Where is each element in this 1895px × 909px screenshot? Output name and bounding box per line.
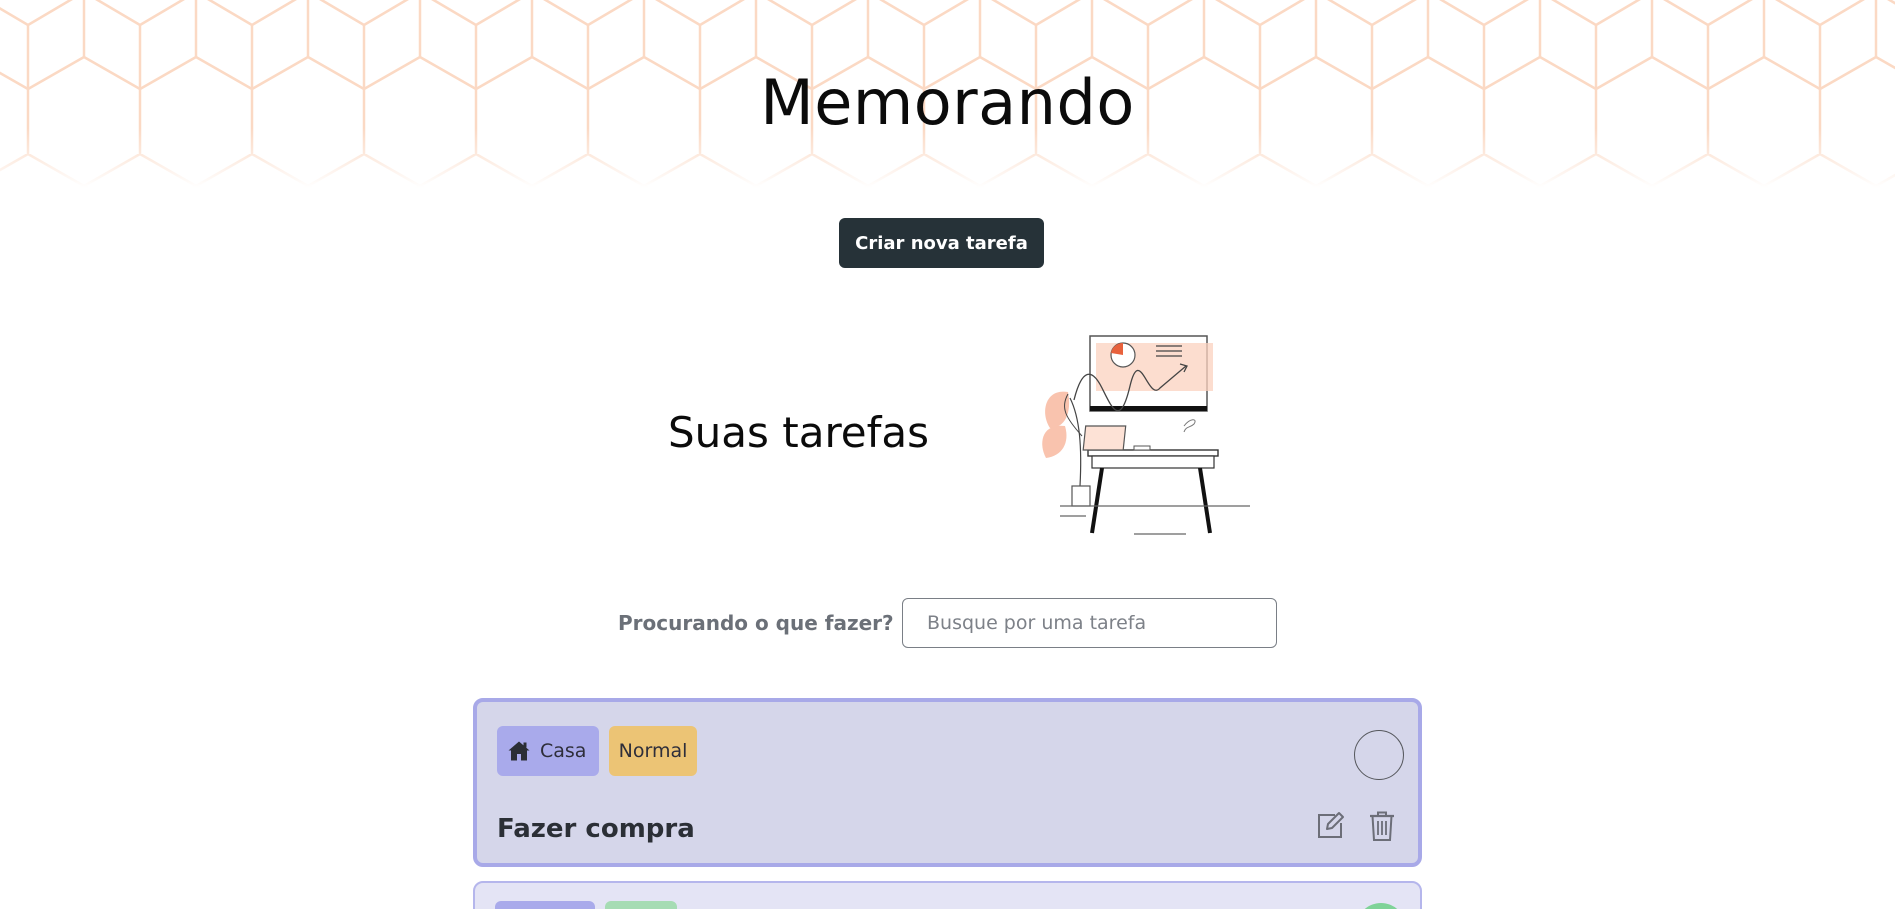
task-card[interactable]: Casa Normal Fazer compra: [473, 698, 1422, 867]
category-tag: [495, 901, 595, 909]
tasks-section-title: Suas tarefas: [668, 408, 930, 457]
house-icon: [507, 739, 531, 763]
task-title: Fazer compra: [497, 814, 695, 844]
edit-icon[interactable]: [1314, 809, 1346, 843]
complete-task-toggle[interactable]: [1356, 903, 1406, 909]
search-input[interactable]: [902, 598, 1277, 648]
create-task-button[interactable]: Criar nova tarefa: [839, 218, 1044, 268]
complete-task-toggle[interactable]: [1354, 730, 1404, 780]
app-title: Memorando: [760, 66, 1135, 139]
priority-tag: Normal: [609, 726, 697, 776]
task-card[interactable]: [473, 881, 1422, 909]
search-label: Procurando o que fazer?: [618, 611, 894, 635]
priority-tag: [605, 901, 677, 909]
desk-illustration: [1042, 335, 1250, 535]
category-tag: Casa: [497, 726, 599, 776]
trash-icon[interactable]: [1366, 809, 1398, 843]
category-label: Casa: [540, 740, 587, 762]
page-header: Memorando: [0, 0, 1895, 188]
